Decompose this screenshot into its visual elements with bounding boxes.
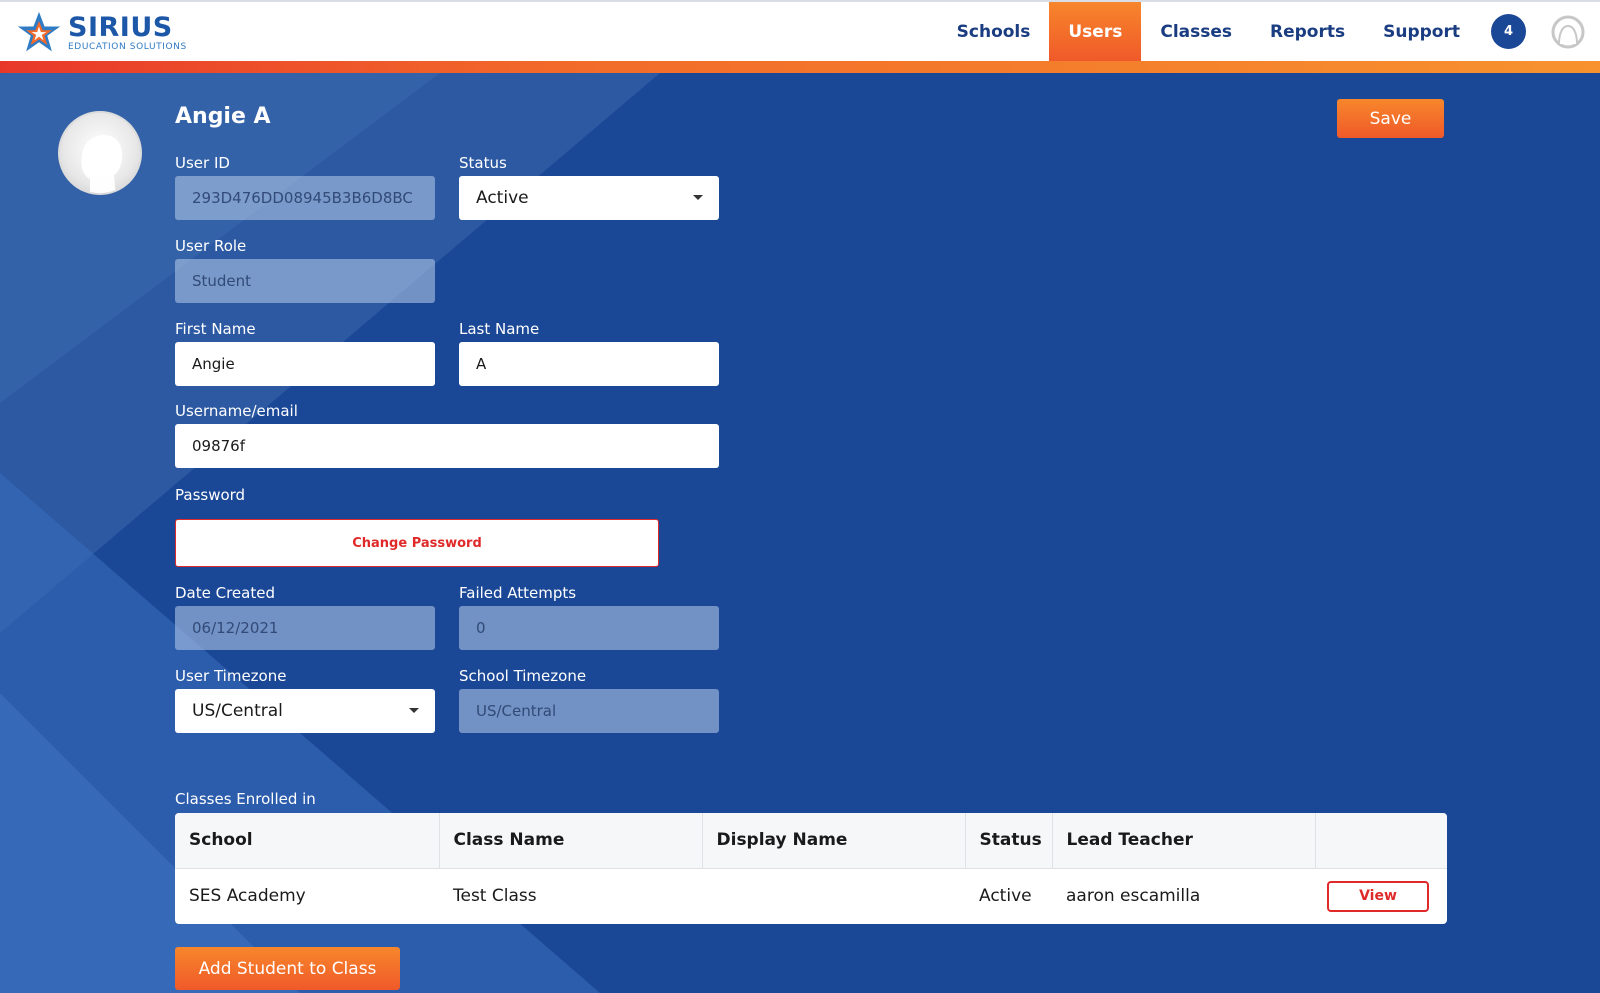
column-header-lead-teacher[interactable]: Lead Teacher xyxy=(1052,813,1316,869)
cell-action: View xyxy=(1315,868,1447,924)
user-timezone-value: US/Central xyxy=(192,701,283,721)
school-timezone-field: US/Central xyxy=(459,689,719,733)
school-timezone-label: School Timezone xyxy=(459,667,587,685)
first-name-label: First Name xyxy=(175,320,256,338)
classes-table: School Class Name Display Name Status Le… xyxy=(175,813,1447,924)
cell-display-name xyxy=(702,868,965,924)
username-label: Username/email xyxy=(175,402,298,420)
notification-badge[interactable]: 4 xyxy=(1491,14,1526,49)
user-avatar-icon[interactable] xyxy=(1550,14,1586,50)
main-nav: Schools Users Classes Reports Support 4 xyxy=(938,2,1600,61)
profile-avatar xyxy=(58,111,142,195)
nav-reports[interactable]: Reports xyxy=(1251,2,1364,61)
column-header-status[interactable]: Status xyxy=(965,813,1053,869)
date-created-label: Date Created xyxy=(175,584,275,602)
star-logo-icon xyxy=(17,11,61,52)
user-id-label: User ID xyxy=(175,154,230,172)
last-name-input[interactable]: A xyxy=(459,342,719,386)
user-timezone-label: User Timezone xyxy=(175,667,287,685)
caret-down-icon xyxy=(409,708,419,713)
save-button[interactable]: Save xyxy=(1337,99,1444,138)
view-class-button[interactable]: View xyxy=(1327,880,1429,912)
user-role-label: User Role xyxy=(175,237,247,255)
top-header: SIRIUS EDUCATION SOLUTIONS Schools Users… xyxy=(0,0,1600,61)
failed-attempts-label: Failed Attempts xyxy=(459,584,577,602)
table-header-row: School Class Name Display Name Status Le… xyxy=(175,813,1447,869)
classes-section-title: Classes Enrolled in xyxy=(175,790,316,808)
add-student-to-class-button[interactable]: Add Student to Class xyxy=(175,947,400,990)
last-name-label: Last Name xyxy=(459,320,540,338)
username-input[interactable]: 09876f xyxy=(175,424,719,468)
caret-down-icon xyxy=(693,195,703,200)
cell-class-name: Test Class xyxy=(453,886,537,907)
nav-schools[interactable]: Schools xyxy=(938,2,1050,61)
cell-school: SES Academy xyxy=(189,886,306,907)
nav-support[interactable]: Support xyxy=(1364,2,1479,61)
user-full-name: Angie A xyxy=(175,104,271,129)
column-header-class-name[interactable]: Class Name xyxy=(439,813,703,869)
cell-lead-teacher: aaron escamilla xyxy=(1066,886,1201,907)
status-label: Status xyxy=(459,154,507,172)
failed-attempts-field: 0 xyxy=(459,606,719,650)
brand-title: SIRIUS xyxy=(68,12,173,43)
nav-users[interactable]: Users xyxy=(1049,2,1142,61)
person-silhouette-icon xyxy=(81,135,123,193)
column-header-school[interactable]: School xyxy=(175,813,440,869)
header-accent-bar xyxy=(0,61,1600,73)
date-created-field: 06/12/2021 xyxy=(175,606,435,650)
column-header-display-name[interactable]: Display Name xyxy=(702,813,966,869)
user-role-field: Student xyxy=(175,259,435,303)
password-label: Password xyxy=(175,486,246,504)
first-name-input[interactable]: Angie xyxy=(175,342,435,386)
nav-classes[interactable]: Classes xyxy=(1141,2,1251,61)
brand-subtitle: EDUCATION SOLUTIONS xyxy=(68,42,187,52)
table-row: SES Academy Test Class Active aaron esca… xyxy=(175,868,1447,924)
user-id-field: 293D476DD08945B3B6D8BC xyxy=(175,176,435,220)
column-header-actions xyxy=(1315,813,1447,869)
change-password-button[interactable]: Change Password xyxy=(175,519,659,567)
user-timezone-select[interactable]: US/Central xyxy=(175,689,435,733)
brand-logo[interactable]: SIRIUS EDUCATION SOLUTIONS xyxy=(16,10,187,56)
status-select[interactable]: Active xyxy=(459,176,719,220)
status-value: Active xyxy=(476,188,529,208)
cell-status: Active xyxy=(979,886,1032,907)
